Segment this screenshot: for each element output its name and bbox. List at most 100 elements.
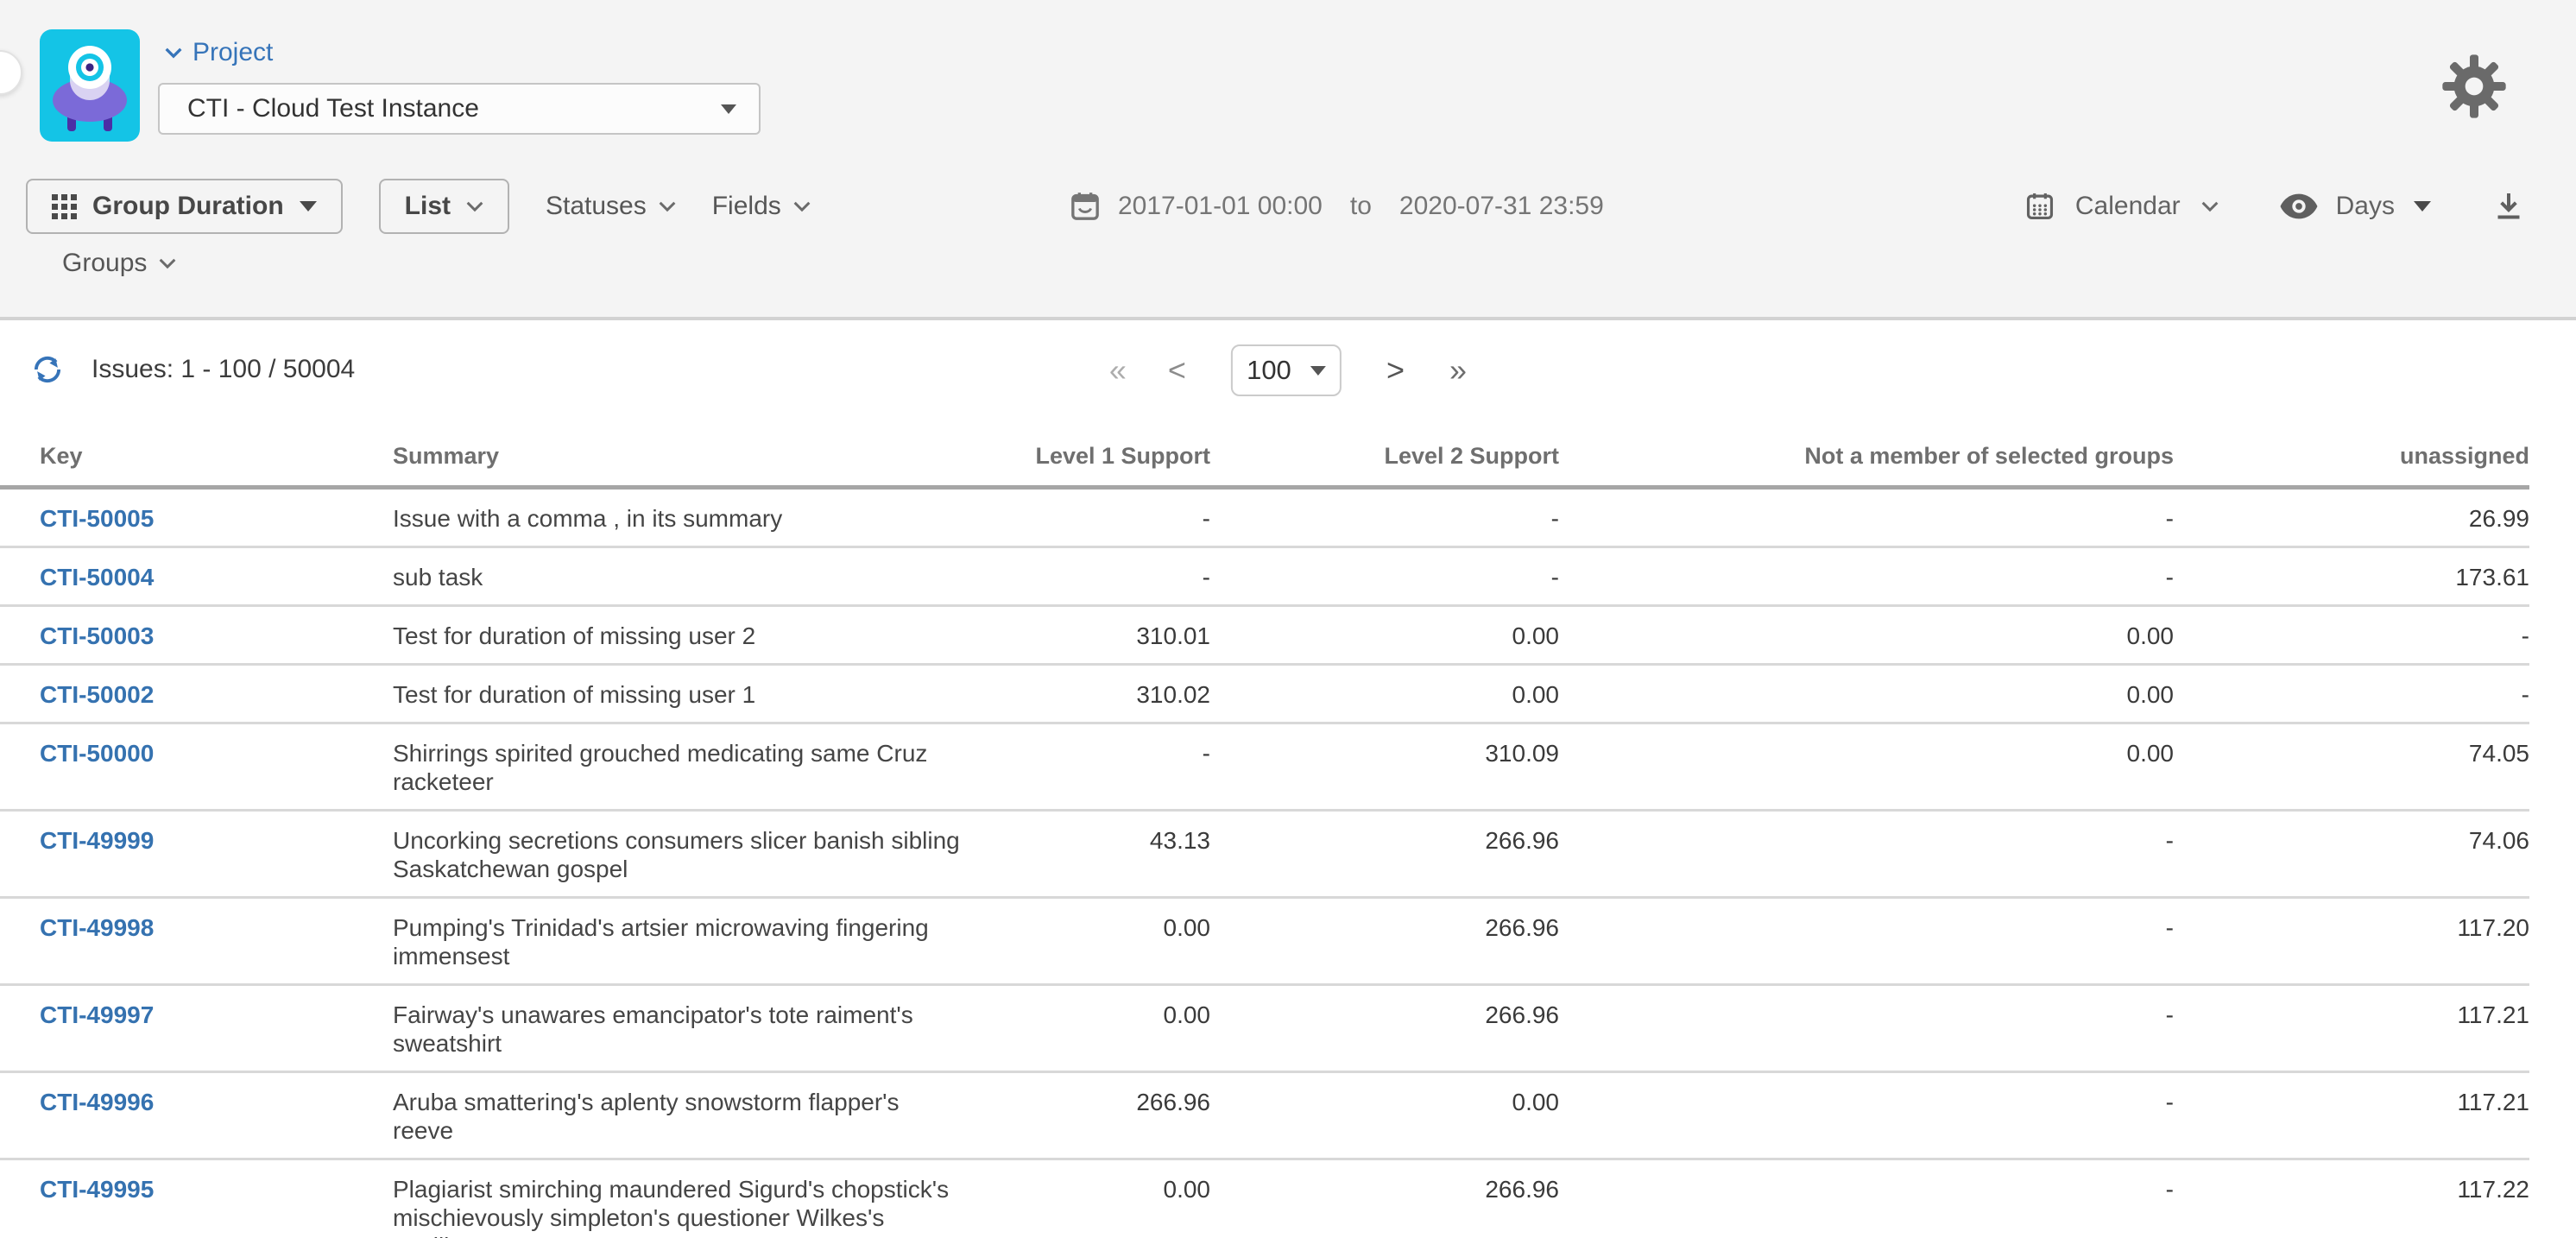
refresh-button[interactable]: [29, 351, 66, 388]
level2-cell: 266.96: [1210, 1159, 1559, 1238]
page-size-value: 100: [1247, 355, 1291, 386]
view-mode-button[interactable]: List: [379, 179, 509, 234]
results-bar: Issues: 1 - 100 / 50004 « < 100 > »: [0, 344, 2576, 405]
issue-key-link[interactable]: CTI-50002: [40, 681, 154, 708]
grid-icon: [52, 194, 77, 219]
next-page-button[interactable]: >: [1386, 355, 1405, 386]
issues-count-group: Issues: 1 - 100 / 50004: [29, 351, 355, 388]
table-row: CTI-49998Pumping's Trinidad's artsier mi…: [0, 898, 2529, 985]
issue-key-link[interactable]: CTI-49997: [40, 1001, 154, 1028]
issue-summary-cell: Aruba smattering's aplenty snowstorm fla…: [393, 1072, 997, 1159]
group-duration-label: Group Duration: [92, 192, 284, 221]
statuses-dropdown[interactable]: Statuses: [546, 192, 676, 221]
issue-summary-cell: Test for duration of missing user 2: [393, 606, 997, 665]
issue-summary-cell: Test for duration of missing user 1: [393, 665, 997, 723]
page-size-select[interactable]: 100: [1231, 344, 1342, 396]
date-from: 2017-01-01 00:00: [1118, 192, 1323, 221]
column-header-level2[interactable]: Level 2 Support: [1210, 443, 1559, 488]
last-page-button[interactable]: »: [1449, 355, 1463, 386]
table-row: CTI-50000Shirrings spirited grouched med…: [0, 723, 2529, 811]
monster-logo-icon: [40, 29, 140, 142]
not-member-cell: 0.00: [1559, 665, 2174, 723]
issue-key-link[interactable]: CTI-50003: [40, 622, 154, 649]
issue-key-link[interactable]: CTI-49995: [40, 1176, 154, 1203]
column-header-level1[interactable]: Level 1 Support: [997, 443, 1210, 488]
download-icon: [2491, 189, 2526, 224]
chevron-down-icon: [2201, 200, 2219, 212]
issue-summary-cell: Fairway's unawares emancipator's tote ra…: [393, 985, 997, 1072]
project-label: Project: [193, 38, 273, 67]
app-logo: [40, 29, 140, 142]
column-header-unassigned[interactable]: unassigned: [2174, 443, 2529, 488]
eye-icon: [2279, 193, 2319, 220]
groups-label: Groups: [62, 249, 147, 278]
table-row: CTI-50004sub task---173.61: [0, 547, 2529, 606]
unassigned-cell: 26.99: [2174, 488, 2529, 547]
issue-table-container: Key Summary Level 1 Support Level 2 Supp…: [0, 443, 2576, 1238]
chevron-down-icon: [165, 47, 182, 59]
calendar-grid-icon: [2024, 189, 2056, 224]
not-member-cell: 0.00: [1559, 606, 2174, 665]
unassigned-cell: 74.05: [2174, 723, 2529, 811]
date-range-picker[interactable]: 2017-01-01 00:00 to 2020-07-31 23:59: [1068, 178, 1604, 235]
issue-key-cell: CTI-50003: [0, 606, 393, 665]
issue-key-link[interactable]: CTI-49998: [40, 914, 154, 941]
chevron-down-icon: [793, 200, 811, 212]
level2-cell: -: [1210, 488, 1559, 547]
export-button[interactable]: [2491, 189, 2526, 224]
issue-key-link[interactable]: CTI-50004: [40, 564, 154, 591]
level2-cell: 310.09: [1210, 723, 1559, 811]
issue-key-cell: CTI-50005: [0, 488, 393, 547]
date-separator: to: [1350, 192, 1372, 221]
issue-key-link[interactable]: CTI-50005: [40, 505, 154, 532]
column-header-key[interactable]: Key: [0, 443, 393, 488]
prev-page-button[interactable]: <: [1168, 355, 1186, 386]
days-unit-dropdown[interactable]: Days: [2279, 192, 2431, 221]
issue-key-link[interactable]: CTI-49996: [40, 1089, 154, 1115]
issue-key-link[interactable]: CTI-50000: [40, 740, 154, 767]
select-caret-icon: [1310, 366, 1326, 376]
not-member-cell: 0.00: [1559, 723, 2174, 811]
level2-cell: 266.96: [1210, 898, 1559, 985]
level1-cell: 0.00: [997, 985, 1210, 1072]
top-bar: Project CTI - Cloud Test Instance: [0, 0, 2576, 320]
fields-label: Fields: [712, 192, 781, 221]
issue-key-link[interactable]: CTI-49999: [40, 827, 154, 854]
unassigned-cell: -: [2174, 606, 2529, 665]
fields-dropdown[interactable]: Fields: [712, 192, 811, 221]
level1-cell: 266.96: [997, 1072, 1210, 1159]
not-member-cell: -: [1559, 898, 2174, 985]
level2-cell: 0.00: [1210, 1072, 1559, 1159]
level2-cell: -: [1210, 547, 1559, 606]
chevron-down-icon: [159, 257, 176, 269]
project-label-row[interactable]: Project: [165, 38, 761, 67]
calendar-icon: [1068, 188, 1102, 224]
settings-button[interactable]: [2440, 52, 2509, 121]
level2-cell: 266.96: [1210, 811, 1559, 898]
issue-summary-cell: Plagiarist smirching maundered Sigurd's …: [393, 1159, 997, 1238]
table-row: CTI-50002 Test for duration of missing us…: [0, 665, 2529, 723]
level1-cell: 43.13: [997, 811, 1210, 898]
project-select[interactable]: CTI - Cloud Test Instance: [158, 83, 761, 135]
calendar-view-dropdown[interactable]: Calendar: [2024, 189, 2219, 224]
table-header-row: Key Summary Level 1 Support Level 2 Supp…: [0, 443, 2529, 488]
column-header-summary[interactable]: Summary: [393, 443, 997, 488]
column-header-not-member[interactable]: Not a member of selected groups: [1559, 443, 2174, 488]
table-row: CTI-49996 Aruba smattering's aplenty snow…: [0, 1072, 2529, 1159]
first-page-button[interactable]: «: [1109, 355, 1123, 386]
not-member-cell: -: [1559, 1072, 2174, 1159]
issue-table: Key Summary Level 1 Support Level 2 Supp…: [0, 443, 2529, 1238]
not-member-cell: -: [1559, 1159, 2174, 1238]
group-duration-button[interactable]: Group Duration: [26, 179, 343, 234]
sidebar-toggle-handle[interactable]: [0, 50, 22, 95]
level2-cell: 0.00: [1210, 606, 1559, 665]
groups-dropdown[interactable]: Groups: [62, 249, 176, 278]
issue-key-cell: CTI-49995: [0, 1159, 393, 1238]
issue-summary-cell: Uncorking secretions consumers slicer ba…: [393, 811, 997, 898]
level1-cell: -: [997, 488, 1210, 547]
table-row: CTI-49999 Uncorking secretions consumers …: [0, 811, 2529, 898]
project-selector-block: Project CTI - Cloud Test Instance: [158, 38, 761, 135]
not-member-cell: -: [1559, 547, 2174, 606]
pagination: « < 100 > »: [1109, 344, 1463, 396]
issue-summary-cell: Issue with a comma , in its summary: [393, 488, 997, 547]
